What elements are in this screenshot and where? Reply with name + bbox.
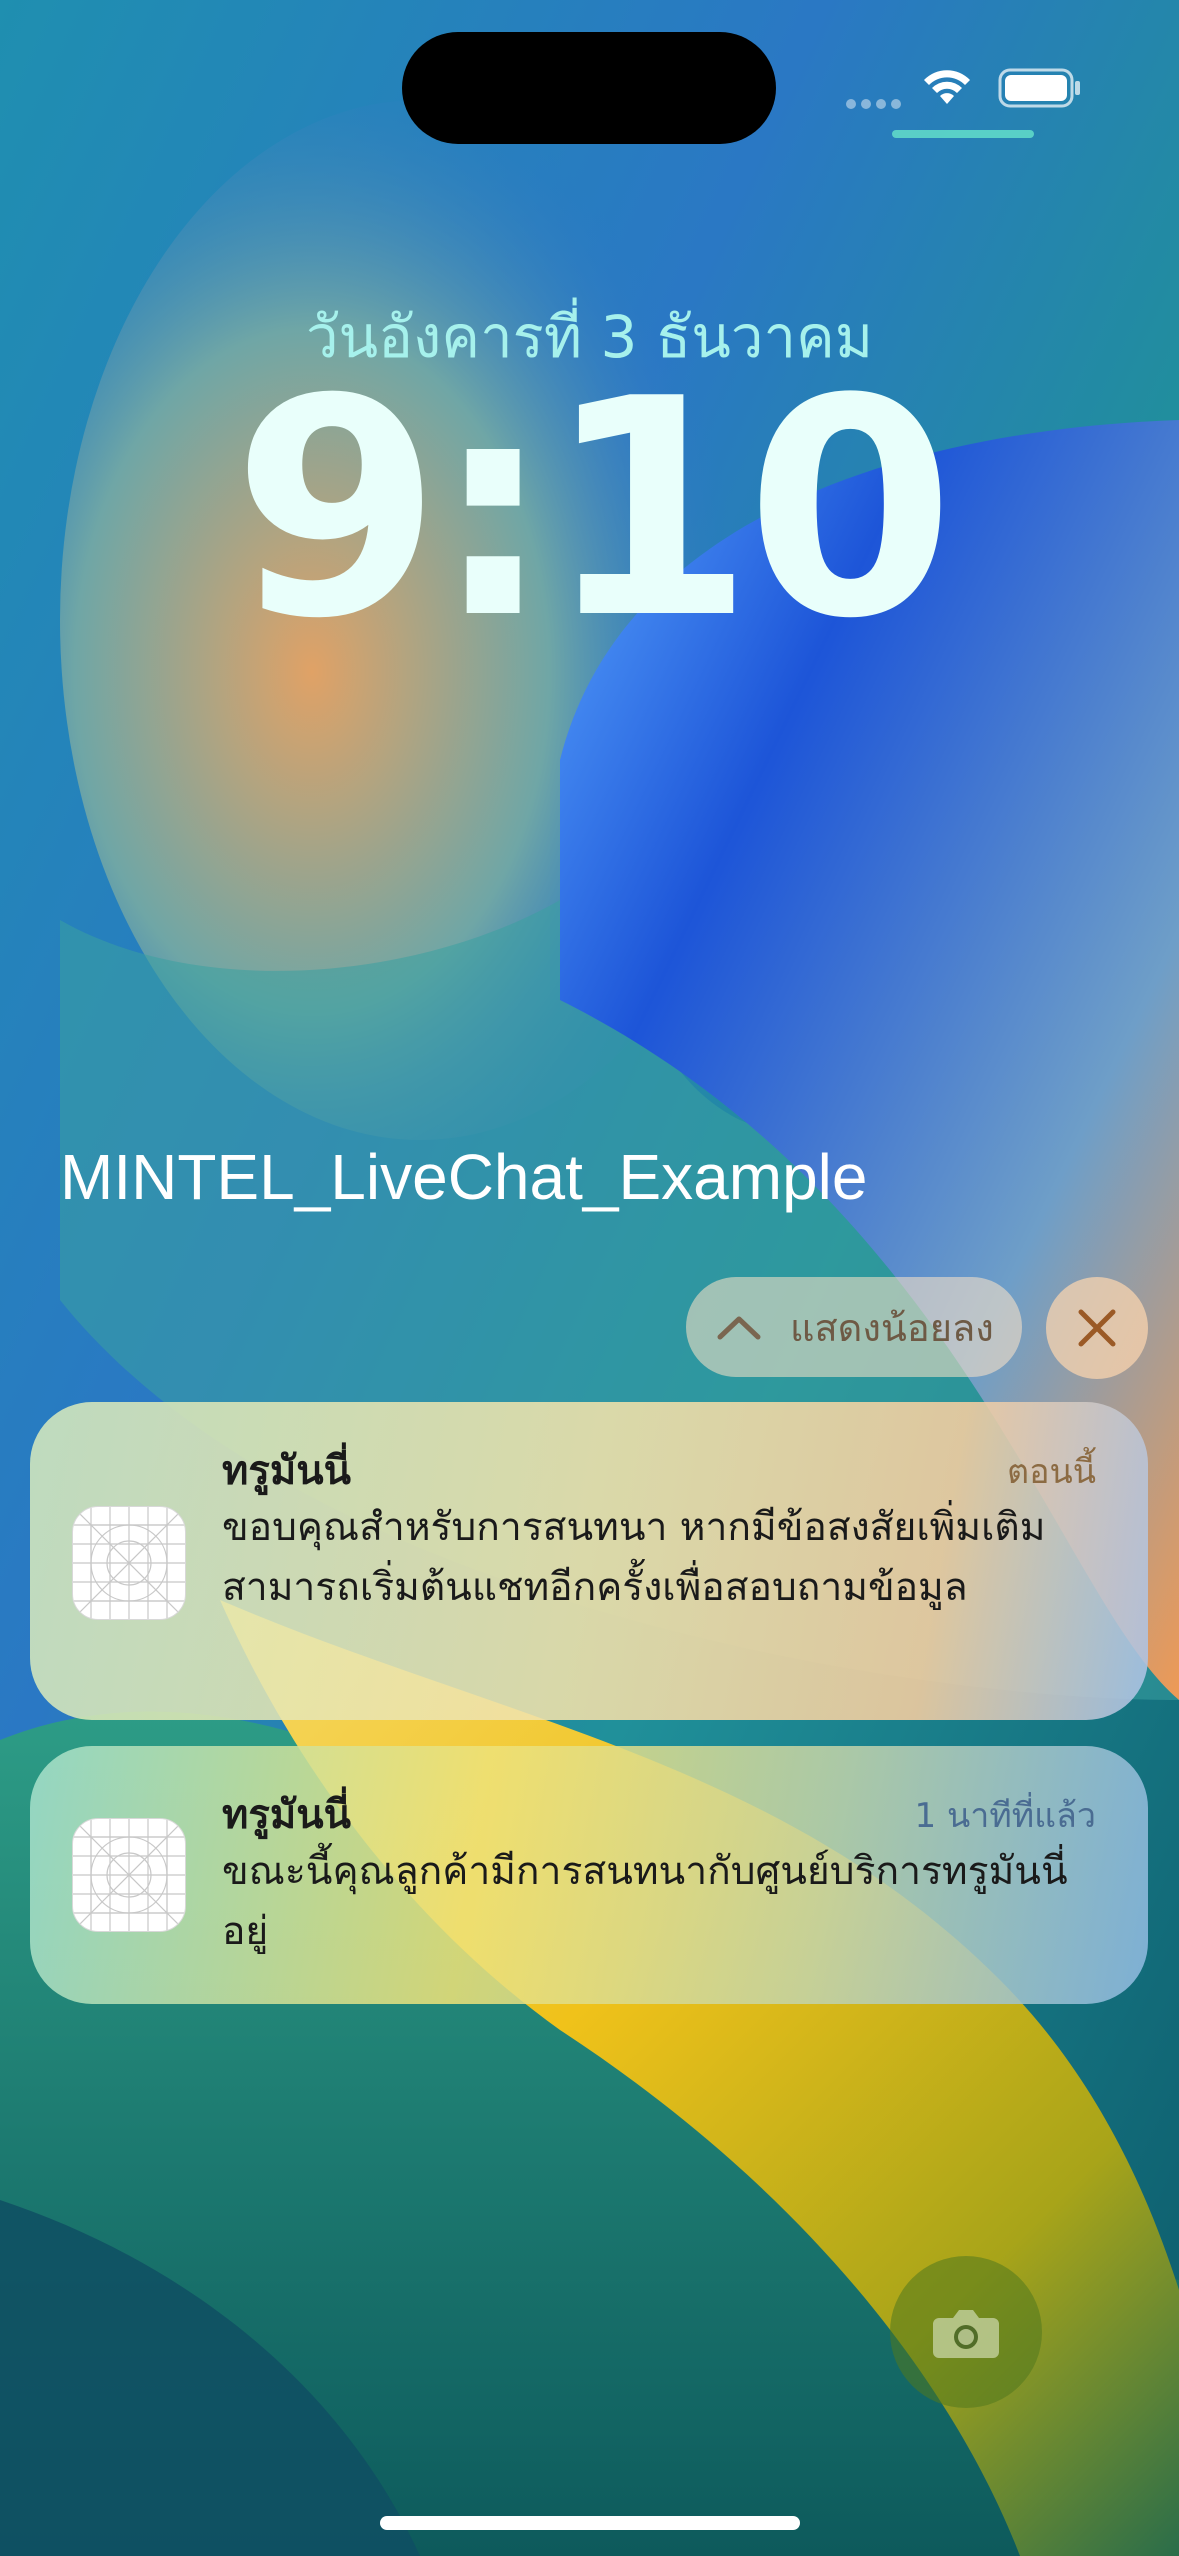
camera-icon	[933, 2310, 999, 2358]
notification-app-title: ทรูมันนี่	[222, 1447, 351, 1494]
show-less-label: แสดงน้อยลง	[790, 1305, 994, 1350]
show-less-button[interactable]: แสดงน้อยลง	[686, 1277, 1022, 1377]
chevron-up-icon	[717, 1316, 761, 1340]
lock-screen-clock: 9:10	[232, 335, 954, 684]
notification-message: ขอบคุณสำหรับการสนทนา หากมีข้อสงสัยเพิ่มเ…	[222, 1505, 1046, 1610]
app-name-label: MINTEL_LiveChat_Example	[60, 1141, 868, 1213]
notification-timestamp: 1 นาทีที่แล้ว	[914, 1796, 1096, 1836]
clear-notifications-button[interactable]	[1046, 1277, 1148, 1379]
app-placeholder-icon	[72, 1818, 186, 1932]
cellular-signal-icon	[846, 94, 906, 109]
notification-app-title: ทรูมันนี่	[222, 1791, 351, 1838]
camera-button[interactable]	[890, 2256, 1042, 2408]
notification-card[interactable]: ทรูมันนี่ ตอนนี้ ขอบคุณสำหรับการสนทนา หา…	[30, 1402, 1148, 1720]
notification-message: ขณะนี้คุณลูกค้ามีการสนทนากับศูนย์บริการท…	[222, 1849, 1068, 1954]
notification-timestamp: ตอนนี้	[1007, 1452, 1096, 1492]
app-placeholder-icon	[72, 1506, 186, 1620]
close-icon	[1078, 1309, 1116, 1347]
wifi-icon	[924, 70, 970, 104]
home-indicator[interactable]	[380, 2516, 800, 2530]
status-indicator-bar	[892, 130, 1034, 138]
notification-card[interactable]: ทรูมันนี่ 1 นาทีที่แล้ว ขณะนี้คุณลูกค้าม…	[30, 1746, 1148, 2004]
dynamic-island	[402, 32, 776, 144]
battery-icon	[998, 68, 1080, 108]
